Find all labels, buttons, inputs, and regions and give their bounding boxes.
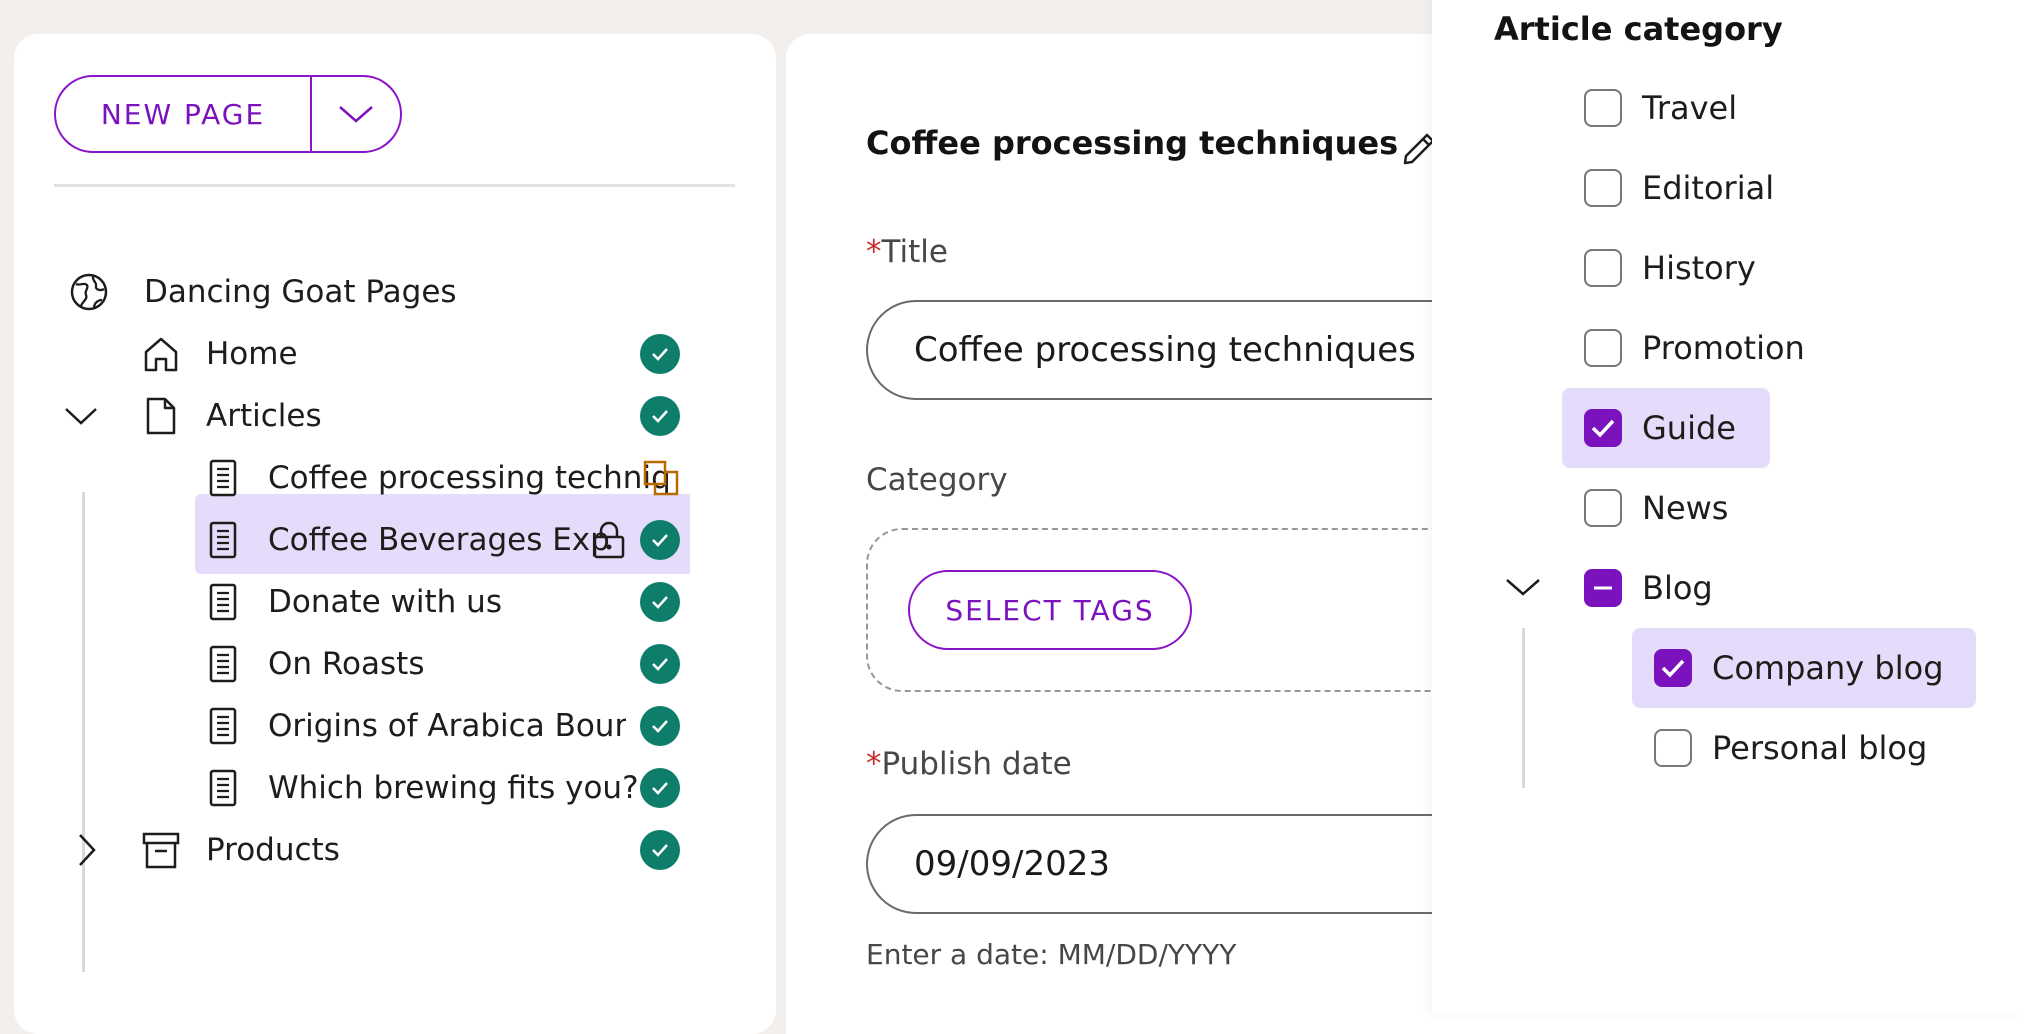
published-status-icon [640,520,680,560]
category-option-history[interactable]: History [1562,228,1862,308]
tree-item-origins-arabica[interactable]: Origins of Arabica Bourbon [14,695,754,757]
category-option-promotion[interactable]: Promotion [1562,308,1862,388]
page-icon [140,395,182,437]
category-field-label: Category [866,462,1008,498]
article-icon [202,457,244,499]
chevron-down-icon[interactable] [1504,576,1542,602]
checkbox[interactable] [1584,249,1622,287]
checkbox-indeterminate[interactable] [1584,569,1622,607]
category-option-personal-blog[interactable]: Personal blog [1632,708,1976,788]
tree-divider [54,184,735,187]
check-icon [1661,659,1685,678]
published-status-icon [640,644,680,684]
tree-item-coffee-processing[interactable]: Coffee processing techniq [14,447,754,509]
check-icon [1591,419,1615,438]
checkbox[interactable] [1584,89,1622,127]
tree-item-articles[interactable]: Articles [14,385,754,447]
publish-date-hint: Enter a date: MM/DD/YYYY [866,938,1237,971]
article-category-dropdown: Article category Travel Editorial Histor… [1432,0,2024,1014]
category-option-travel[interactable]: Travel [1562,68,1862,148]
category-option-editorial[interactable]: Editorial [1562,148,1862,228]
option-label: Promotion [1642,329,1805,367]
tree-item-label: Coffee processing techniq [268,460,671,496]
checkbox[interactable] [1654,729,1692,767]
home-icon [140,333,182,375]
tree-item-coffee-beverages[interactable]: Coffee Beverages Exp [14,509,754,571]
tree-item-label: Home [206,336,298,372]
published-status-icon [640,706,680,746]
published-status-icon [640,334,680,374]
new-page-split-button: NEW PAGE [54,75,402,153]
chevron-down-icon[interactable] [60,395,102,437]
article-icon [202,581,244,623]
tree-item-home[interactable]: Home [14,323,754,385]
chevron-down-icon [339,106,373,123]
required-marker: * [866,234,882,270]
tree-item-label: Which brewing fits you? [268,770,639,806]
select-tags-button[interactable]: SELECT TAGS [908,570,1192,650]
tree-guide-line [1522,628,1525,788]
archive-icon [140,829,182,871]
article-icon [202,767,244,809]
lock-icon [588,519,630,561]
new-page-options-button[interactable] [312,77,400,151]
translation-status-icon [640,457,682,499]
option-label: Editorial [1642,169,1775,207]
tree-item-label: Products [206,832,340,868]
option-label: Company blog [1712,649,1944,687]
option-label: History [1642,249,1756,287]
tree-item-label: Dancing Goat Pages [144,274,457,310]
publish-date-label: *Publish date [866,746,1072,782]
option-label: Guide [1642,409,1736,447]
chevron-right-icon[interactable] [66,829,108,871]
tree-item-label: Origins of Arabica Bourbon [268,708,626,744]
category-option-guide[interactable]: Guide [1562,388,1770,468]
page-title: Coffee processing techniques [866,124,1399,162]
tree-item-label: Donate with us [268,584,502,620]
title-label-text: Title [881,234,948,270]
option-label: News [1642,489,1729,527]
checkbox-checked[interactable] [1584,409,1622,447]
new-page-button[interactable]: NEW PAGE [56,77,312,151]
published-status-icon [640,582,680,622]
minus-icon [1594,586,1612,590]
tree-item-label: Articles [206,398,322,434]
category-option-news[interactable]: News [1562,468,1862,548]
checkbox[interactable] [1584,169,1622,207]
content-tree-panel: NEW PAGE Dancing Goat Pages Home Article… [14,34,776,1034]
category-option-company-blog[interactable]: Company blog [1632,628,1976,708]
checkbox-checked[interactable] [1654,649,1692,687]
option-label: Travel [1642,89,1738,127]
tree-item-which-brewing[interactable]: Which brewing fits you? [14,757,754,819]
globe-icon [68,271,110,313]
article-icon [202,519,244,561]
tree-item-products[interactable]: Products [14,819,754,881]
article-icon [202,643,244,685]
tree-item-donate[interactable]: Donate with us [14,571,754,633]
article-icon [202,705,244,747]
published-status-icon [640,830,680,870]
tree-item-label: Coffee Beverages Exp [268,522,610,558]
required-marker: * [866,746,882,782]
published-status-icon [640,396,680,436]
tree-item-dancing-goat-pages[interactable]: Dancing Goat Pages [14,261,754,323]
dropdown-title: Article category [1494,10,1783,48]
publish-label-text: Publish date [881,746,1072,782]
tree-item-on-roasts[interactable]: On Roasts [14,633,754,695]
tree-item-label: On Roasts [268,646,425,682]
category-option-blog[interactable]: Blog [1492,548,1862,628]
option-label: Blog [1642,569,1713,607]
checkbox[interactable] [1584,329,1622,367]
title-field-label: *Title [866,234,948,270]
checkbox[interactable] [1584,489,1622,527]
option-label: Personal blog [1712,729,1928,767]
published-status-icon [640,768,680,808]
